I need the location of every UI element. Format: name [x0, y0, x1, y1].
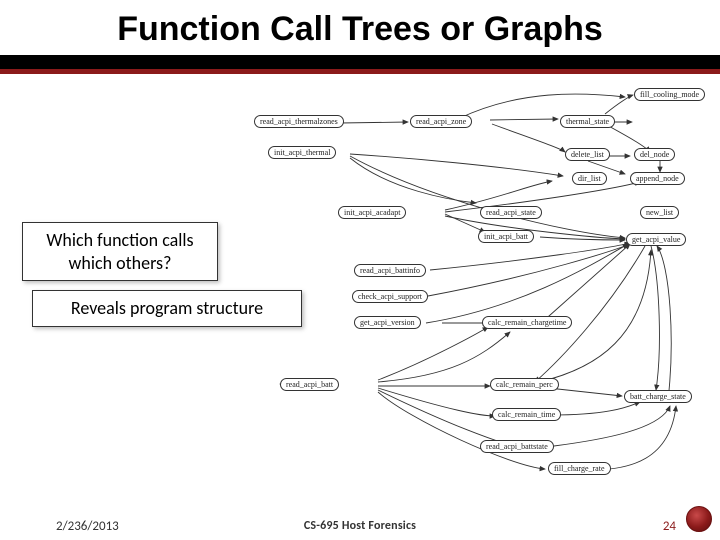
- graph-node: calc_remain_chargetime: [482, 316, 572, 329]
- callout-line: which others?: [37, 252, 203, 275]
- graph-node: read_acpi_batt: [280, 378, 339, 391]
- graph-node: delete_list: [565, 148, 610, 161]
- graph-node: init_acpi_acadapt: [338, 206, 406, 219]
- graph-edges: [230, 80, 710, 480]
- graph-node: read_acpi_state: [480, 206, 542, 219]
- graph-node: new_list: [640, 206, 679, 219]
- footer-course: CS-695 Host Forensics: [304, 519, 416, 533]
- graph-node: read_acpi_thermalzones: [254, 115, 344, 128]
- slide-title: Function Call Trees or Graphs: [0, 0, 720, 55]
- graph-node: read_acpi_battinfo: [354, 264, 426, 277]
- graph-node: init_acpi_batt: [478, 230, 534, 243]
- title-divider: [0, 55, 720, 69]
- graph-node: calc_remain_perc: [490, 378, 559, 391]
- callout-line: Which function calls: [37, 229, 203, 252]
- graph-node: check_acpi_support: [352, 290, 428, 303]
- university-seal-icon: [686, 506, 712, 532]
- graph-node: init_acpi_thermal: [268, 146, 336, 159]
- graph-node: fill_charge_rate: [548, 462, 611, 475]
- graph-node: get_acpi_version: [354, 316, 421, 329]
- graph-node: dir_list: [572, 172, 607, 185]
- graph-node: read_acpi_battstate: [480, 440, 554, 453]
- footer-page-number: 24: [663, 519, 676, 534]
- footer-date: 2/236/2013: [56, 519, 119, 534]
- graph-node: del_node: [634, 148, 675, 161]
- graph-node: get_acpi_value: [626, 233, 686, 246]
- graph-node: batt_charge_state: [624, 390, 692, 403]
- graph-node: read_acpi_zone: [410, 115, 472, 128]
- graph-node: fill_cooling_mode: [634, 88, 705, 101]
- graph-node: thermal_state: [560, 115, 615, 128]
- graph-node: calc_remain_time: [492, 408, 561, 421]
- call-graph: read_acpi_thermalzones read_acpi_zone th…: [230, 80, 710, 480]
- callout-question: Which function calls which others?: [22, 222, 218, 281]
- graph-node: append_node: [630, 172, 685, 185]
